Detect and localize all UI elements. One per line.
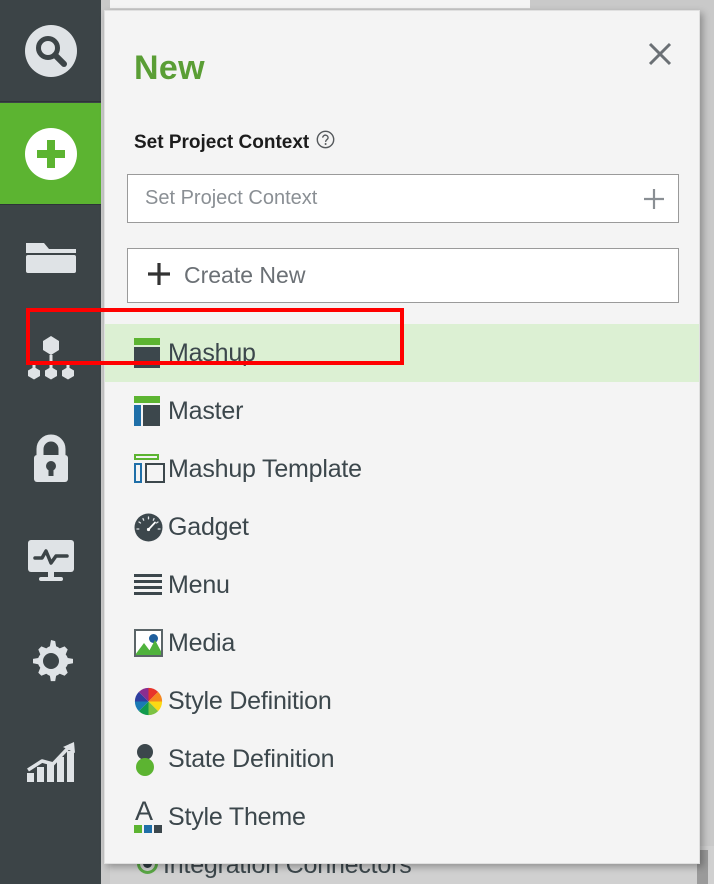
style-theme-icon: A <box>134 798 168 833</box>
close-icon <box>647 41 673 67</box>
list-item-style-definition[interactable]: Style Definition <box>105 672 699 730</box>
project-context-label-text: Set Project Context <box>134 131 310 153</box>
project-context-placeholder: Set Project Context <box>145 187 318 209</box>
list-item-state-definition[interactable]: State Definition <box>105 730 699 788</box>
list-item-label: State Definition <box>168 744 335 773</box>
list-item-mashup-template[interactable]: Mashup Template <box>105 440 699 498</box>
list-item-master[interactable]: Master <box>105 382 699 440</box>
mashup-icon <box>134 338 168 368</box>
close-button[interactable] <box>643 37 677 71</box>
background-toolbar <box>110 0 530 9</box>
sidebar-item-settings[interactable] <box>0 610 101 711</box>
list-item-style-theme[interactable]: A Style Theme <box>105 788 699 846</box>
bar-chart-icon <box>25 740 77 784</box>
plus-circle-icon <box>24 127 77 180</box>
gear-icon <box>27 637 75 685</box>
media-icon <box>134 629 168 657</box>
list-item-label: Style Theme <box>168 802 306 831</box>
list-item-label: Menu <box>168 570 230 599</box>
list-item-label: Gadget <box>168 512 249 541</box>
sidebar-divider <box>0 101 101 102</box>
create-new-label: Create New <box>184 262 306 288</box>
lock-icon <box>29 434 73 484</box>
list-item-label: Media <box>168 628 236 657</box>
new-panel: New Set Project Context Set Project Cont… <box>104 10 700 864</box>
search-icon <box>24 24 77 77</box>
sidebar-item-modeling[interactable] <box>0 307 101 408</box>
list-item-menu[interactable]: Menu <box>105 556 699 614</box>
list-item-label: Master <box>168 396 244 425</box>
mashup-template-icon <box>134 454 168 484</box>
page-title: New <box>134 49 205 87</box>
menu-icon <box>134 574 168 596</box>
panel-bottom-mask <box>105 856 699 863</box>
list-item-label: Mashup <box>168 338 256 367</box>
screen: Integration Connectors New Set Project C… <box>0 0 714 884</box>
help-circle-icon[interactable] <box>316 130 335 155</box>
new-entity-list: Mashup Master Mashup Template Gadget Men… <box>105 324 699 863</box>
project-context-label: Set Project Context <box>134 130 335 155</box>
sidebar-item-analytics[interactable] <box>0 711 101 812</box>
sidebar-item-security[interactable] <box>0 408 101 509</box>
sidebar-divider <box>0 204 101 205</box>
sidebar-item-new[interactable] <box>0 103 101 204</box>
gadget-icon <box>134 513 168 542</box>
plus-icon <box>146 260 172 292</box>
hierarchy-icon <box>26 335 76 381</box>
list-item-label: Style Definition <box>168 686 332 715</box>
list-item-media[interactable]: Media <box>105 614 699 672</box>
project-context-input[interactable]: Set Project Context <box>127 174 679 223</box>
sidebar-item-search[interactable] <box>0 0 101 101</box>
sidebar <box>0 0 101 884</box>
sidebar-item-monitoring[interactable] <box>0 509 101 610</box>
sidebar-item-browse[interactable] <box>0 206 101 307</box>
state-definition-icon <box>134 744 168 776</box>
monitor-icon <box>26 538 76 582</box>
folder-icon <box>25 235 77 279</box>
create-new-button[interactable]: Create New <box>127 248 679 303</box>
master-icon <box>134 396 168 426</box>
list-item-gadget[interactable]: Gadget <box>105 498 699 556</box>
list-item-mashup[interactable]: Mashup <box>105 324 699 382</box>
plus-icon[interactable] <box>630 186 678 212</box>
list-item-label: Mashup Template <box>168 454 362 483</box>
style-definition-icon <box>134 687 168 716</box>
